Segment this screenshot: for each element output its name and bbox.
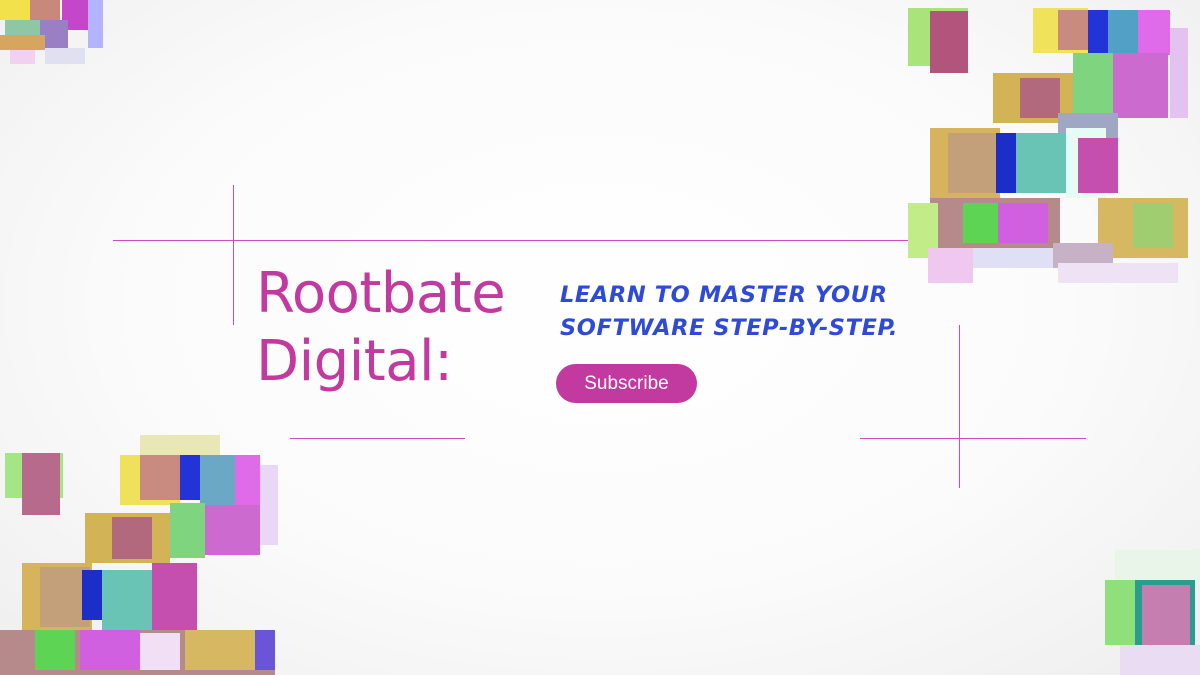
brand-title: Rootbate Digital: xyxy=(256,260,506,396)
glitch-pixel-cluster-top-left xyxy=(0,0,105,70)
glitch-pixel-cluster-bottom-right xyxy=(1100,550,1200,675)
glitch-pixel-cluster-top-right xyxy=(908,8,1188,283)
divider-line-top xyxy=(113,240,930,241)
glitch-pixel-cluster-bottom-left xyxy=(0,435,280,675)
divider-line-left-vertical xyxy=(233,185,234,325)
subscribe-button[interactable]: Subscribe xyxy=(556,364,697,403)
brand-title-line-2: Digital: xyxy=(256,329,453,394)
brand-title-line-1: Rootbate xyxy=(256,261,506,326)
tagline: LEARN TO MASTER YOUR SOFTWARE STEP-BY-ST… xyxy=(560,279,898,345)
divider-line-under-title xyxy=(290,438,465,439)
tagline-line-1: LEARN TO MASTER YOUR xyxy=(560,282,888,308)
divider-line-right-vertical xyxy=(959,325,960,488)
tagline-line-2: SOFTWARE STEP-BY-STEP. xyxy=(560,315,898,341)
divider-line-right xyxy=(860,438,1086,439)
